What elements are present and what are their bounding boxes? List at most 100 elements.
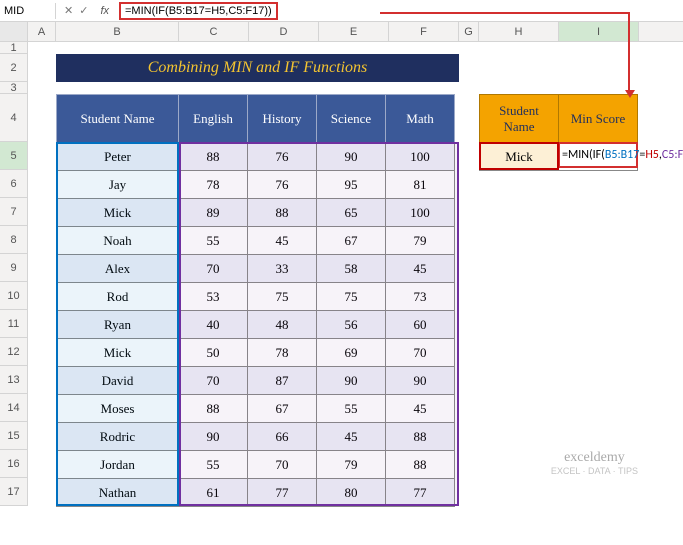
row-header-13[interactable]: 13: [0, 366, 28, 394]
cell-score[interactable]: 88: [179, 395, 248, 423]
cell-name[interactable]: Noah: [57, 227, 179, 255]
cell-score[interactable]: 90: [317, 143, 386, 171]
cell-name[interactable]: David: [57, 367, 179, 395]
table-row[interactable]: Mick898865100: [57, 199, 455, 227]
row-header-15[interactable]: 15: [0, 422, 28, 450]
row-header-7[interactable]: 7: [0, 198, 28, 226]
cell-name[interactable]: Rod: [57, 283, 179, 311]
cell-score[interactable]: 77: [248, 479, 317, 507]
cell-score[interactable]: 100: [386, 199, 455, 227]
row-header-12[interactable]: 12: [0, 338, 28, 366]
cell-name[interactable]: Nathan: [57, 479, 179, 507]
cell-name[interactable]: Peter: [57, 143, 179, 171]
cell-score[interactable]: 45: [317, 423, 386, 451]
active-formula-cell[interactable]: =MIN(IF(B5:B17=H5,C5:F17)): [558, 142, 638, 168]
cell-score[interactable]: 50: [179, 339, 248, 367]
cell-score[interactable]: 70: [179, 367, 248, 395]
row-header-5[interactable]: 5: [0, 142, 28, 170]
cell-score[interactable]: 58: [317, 255, 386, 283]
col-header-D[interactable]: D: [249, 22, 319, 41]
cell-score[interactable]: 78: [179, 171, 248, 199]
cell-score[interactable]: 61: [179, 479, 248, 507]
cell-score[interactable]: 40: [179, 311, 248, 339]
cell-score[interactable]: 66: [248, 423, 317, 451]
cell-score[interactable]: 65: [317, 199, 386, 227]
cell-score[interactable]: 56: [317, 311, 386, 339]
cell-name[interactable]: Mick: [57, 199, 179, 227]
col-header-F[interactable]: F: [389, 22, 459, 41]
row-header-8[interactable]: 8: [0, 226, 28, 254]
table-row[interactable]: Ryan40485660: [57, 311, 455, 339]
cell-score[interactable]: 90: [179, 423, 248, 451]
row-header-3[interactable]: 3: [0, 82, 28, 94]
cell-score[interactable]: 88: [248, 199, 317, 227]
row-header-4[interactable]: 4: [0, 94, 28, 142]
cell-name[interactable]: Rodric: [57, 423, 179, 451]
cell-name[interactable]: Jay: [57, 171, 179, 199]
cell-score[interactable]: 79: [386, 227, 455, 255]
row-header-9[interactable]: 9: [0, 254, 28, 282]
col-header-G[interactable]: G: [459, 22, 479, 41]
cell-score[interactable]: 67: [248, 395, 317, 423]
col-header-H[interactable]: H: [479, 22, 559, 41]
row-header-1[interactable]: 1: [0, 42, 28, 54]
cells-area[interactable]: Combining MIN and IF Functions Student N…: [28, 42, 683, 506]
row-header-6[interactable]: 6: [0, 170, 28, 198]
cell-score[interactable]: 87: [248, 367, 317, 395]
name-box[interactable]: MID: [0, 3, 56, 19]
cell-score[interactable]: 81: [386, 171, 455, 199]
row-header-16[interactable]: 16: [0, 450, 28, 478]
table-row[interactable]: Nathan61778077: [57, 479, 455, 507]
cell-score[interactable]: 90: [386, 367, 455, 395]
cell-name[interactable]: Ryan: [57, 311, 179, 339]
table-row[interactable]: David70879090: [57, 367, 455, 395]
cell-score[interactable]: 90: [317, 367, 386, 395]
cell-score[interactable]: 100: [386, 143, 455, 171]
col-header-E[interactable]: E: [319, 22, 389, 41]
cell-name[interactable]: Moses: [57, 395, 179, 423]
cell-score[interactable]: 70: [248, 451, 317, 479]
cell-score[interactable]: 45: [248, 227, 317, 255]
cell-score[interactable]: 88: [179, 143, 248, 171]
table-row[interactable]: Mick50786970: [57, 339, 455, 367]
cell-score[interactable]: 95: [317, 171, 386, 199]
cell-score[interactable]: 88: [386, 423, 455, 451]
table-row[interactable]: Alex70335845: [57, 255, 455, 283]
cell-name[interactable]: Jordan: [57, 451, 179, 479]
table-row[interactable]: Rod53757573: [57, 283, 455, 311]
cell-score[interactable]: 55: [317, 395, 386, 423]
table-row[interactable]: Rodric90664588: [57, 423, 455, 451]
row-header-10[interactable]: 10: [0, 282, 28, 310]
col-header-A[interactable]: A: [28, 22, 56, 41]
table-row[interactable]: Noah55456779: [57, 227, 455, 255]
select-all-corner[interactable]: [0, 22, 28, 41]
col-header-B[interactable]: B: [56, 22, 179, 41]
cell-score[interactable]: 70: [179, 255, 248, 283]
table-row[interactable]: Moses88675545: [57, 395, 455, 423]
cell-score[interactable]: 55: [179, 227, 248, 255]
cell-score[interactable]: 75: [248, 283, 317, 311]
table-row[interactable]: Peter887690100: [57, 143, 455, 171]
cell-score[interactable]: 76: [248, 171, 317, 199]
cell-name[interactable]: Mick: [57, 339, 179, 367]
cell-score[interactable]: 60: [386, 311, 455, 339]
cell-score[interactable]: 55: [179, 451, 248, 479]
cell-name[interactable]: Alex: [57, 255, 179, 283]
cell-score[interactable]: 45: [386, 395, 455, 423]
cell-score[interactable]: 48: [248, 311, 317, 339]
row-header-2[interactable]: 2: [0, 54, 28, 82]
col-header-C[interactable]: C: [179, 22, 249, 41]
col-header-I[interactable]: I: [559, 22, 639, 41]
cell-score[interactable]: 67: [317, 227, 386, 255]
cell-score[interactable]: 53: [179, 283, 248, 311]
cell-score[interactable]: 70: [386, 339, 455, 367]
cell-score[interactable]: 73: [386, 283, 455, 311]
fx-icon[interactable]: fx: [96, 5, 113, 17]
cell-score[interactable]: 89: [179, 199, 248, 227]
cell-score[interactable]: 75: [317, 283, 386, 311]
cell-score[interactable]: 33: [248, 255, 317, 283]
row-header-11[interactable]: 11: [0, 310, 28, 338]
confirm-icon[interactable]: ✓: [79, 4, 88, 17]
cell-score[interactable]: 78: [248, 339, 317, 367]
cell-score[interactable]: 79: [317, 451, 386, 479]
